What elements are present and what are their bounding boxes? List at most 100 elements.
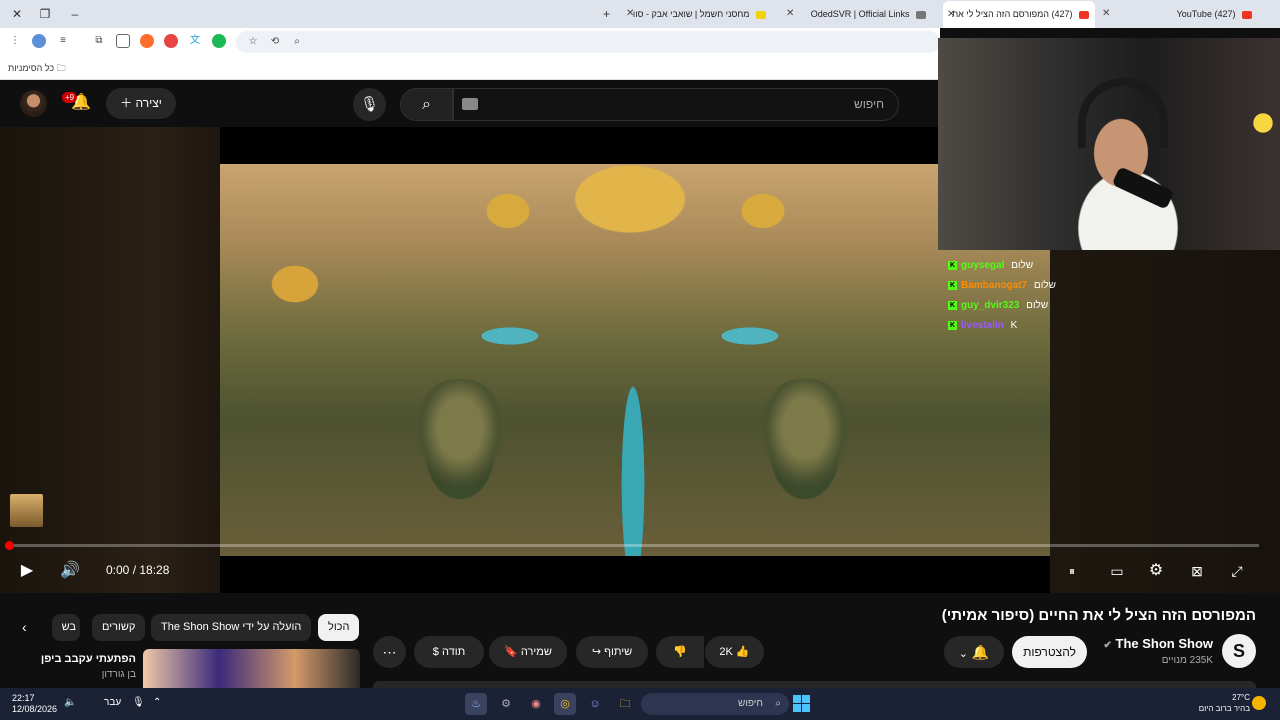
tab-close-icon[interactable]: ✕ (626, 3, 634, 25)
clock[interactable]: 22:17 12/08/2026 (12, 693, 57, 715)
chip-uploaded-by[interactable]: הועלה על ידי The Shon Show (151, 614, 312, 641)
channel-name[interactable]: The Shon Show ✔ (1103, 636, 1213, 651)
clock-date: 12/08/2026 (12, 704, 58, 714)
video-frame[interactable] (220, 164, 1050, 556)
chat-username: guy_dvir323 (961, 300, 1020, 311)
join-button[interactable]: להצטרפות (1012, 636, 1087, 668)
media-app-icon[interactable]: ◉ (525, 693, 547, 715)
zoom-icon[interactable]: ⌕ (290, 35, 304, 49)
thanks-label: תודה (441, 646, 466, 658)
theater-mode-icon[interactable]: ⊠ (1184, 559, 1210, 583)
chat-username: guysegal (961, 260, 1005, 271)
captions-icon[interactable]: ▭ (1104, 559, 1130, 583)
chat-text: שלום (1011, 260, 1034, 271)
tab-title: (427) המפורסם הזה הציל לי את (951, 9, 1073, 19)
taskbar-search-label: חיפוש (738, 698, 763, 709)
time-display: 0:00 / 18:28 (106, 563, 170, 577)
tab-youtube-home[interactable]: (427) YouTube ✕ (1098, 3, 1258, 25)
thanks-button[interactable]: תודה $ (414, 636, 484, 668)
chip-all[interactable]: הכול (318, 614, 360, 641)
account-avatar[interactable] (20, 90, 47, 117)
restore-window-icon[interactable]: ❐ (34, 4, 56, 24)
tray-overflow-icon[interactable]: ⌃ (153, 697, 161, 708)
keyboard-icon[interactable] (462, 98, 478, 110)
fullscreen-icon[interactable]: ⤢ (1224, 559, 1250, 583)
settings-app-icon[interactable]: ⚙ (495, 693, 517, 715)
extension-icon[interactable] (140, 34, 154, 48)
channel-name-text: The Shon Show (1115, 636, 1214, 651)
close-window-icon[interactable]: ✕ (6, 4, 28, 24)
search-button[interactable]: ⌕ (400, 88, 453, 121)
extension-icon[interactable] (212, 34, 226, 48)
extension-icon[interactable] (164, 34, 178, 48)
tab-title: (427) YouTube (1176, 9, 1236, 19)
stream-chat-overlay: Kguysegal שלום K Bambanogat7 שלום Kguy_dv… (948, 256, 1148, 336)
save-button[interactable]: שמירה 🔖 (489, 636, 567, 668)
tab-odedsvr[interactable]: OdedSVR | Official Links ✕ (782, 3, 932, 25)
like-button[interactable]: 👍 2K (705, 636, 764, 668)
chat-message: Kguysegal שלום (948, 256, 1148, 276)
bookmark-star-icon[interactable]: ☆ (246, 35, 260, 49)
progress-bar[interactable] (5, 541, 1259, 550)
search-placeholder: חיפוש (854, 97, 884, 111)
channel-logo[interactable]: S (1222, 634, 1256, 668)
share-arrow-icon: ↪ (591, 646, 602, 658)
autoplay-toggle-icon[interactable]: ⏸ (1059, 559, 1085, 583)
chevron-left-icon[interactable]: ‹ (22, 619, 27, 635)
steam-app-icon[interactable]: ♨ (465, 693, 487, 715)
profile-icon[interactable] (32, 34, 46, 48)
translate-icon[interactable]: 文 (188, 34, 202, 48)
mic-tray-icon[interactable]: 🎙 (132, 697, 145, 708)
search-icon: ⌕ (775, 698, 781, 709)
sign-language-thumbnail (10, 494, 43, 527)
discord-app-icon[interactable]: ☺ (584, 693, 606, 715)
voice-search-icon[interactable]: 🎙 (353, 88, 386, 121)
language-indicator[interactable]: עבר (104, 697, 121, 708)
chat-message: Kguy_dvir323 שלום (948, 296, 1148, 316)
tab-favicon-icon (916, 10, 926, 19)
minimize-window-icon[interactable]: – (64, 4, 86, 24)
kick-badge-icon: K (948, 260, 957, 270)
chrome-app-icon[interactable]: ◎ (554, 693, 576, 715)
tab-current-video[interactable]: (427) המפורסם הזה הציל לי את ✕ (943, 1, 1095, 28)
tab-close-icon[interactable]: ✕ (786, 3, 794, 25)
more-actions-icon[interactable]: ⋯ (373, 636, 406, 668)
recommendation-thumbnail[interactable] (143, 649, 360, 688)
search-input[interactable]: חיפוש (453, 88, 899, 121)
reading-list-icon[interactable]: ≡ (56, 34, 70, 48)
scrubber-handle[interactable] (5, 541, 14, 550)
dislike-button[interactable]: 👎 (656, 636, 704, 668)
address-bar[interactable]: ☆ ⟲ ⌕ (236, 31, 940, 53)
taskbar-search[interactable]: חיפוש ⌕ (641, 693, 789, 715)
tab-close-icon[interactable]: ✕ (1102, 3, 1110, 25)
recommendation-title[interactable]: הפתעתי עקבב ביפן (41, 653, 136, 665)
menu-dots-icon[interactable]: ⋮ (8, 34, 22, 48)
play-icon[interactable]: ▶ (14, 559, 40, 583)
tab-close-icon[interactable]: ✕ (947, 1, 955, 28)
description-box[interactable] (373, 681, 1256, 688)
chevron-down-icon: ⌄ (958, 648, 968, 660)
windows-start-icon[interactable] (793, 695, 810, 712)
browser-toolbar: ⋮ ≡ ⧉ 文 ☆ ⟲ ⌕ (0, 28, 940, 56)
recommendation-channel[interactable]: בן גורדון (102, 669, 136, 680)
extension-icon[interactable] (116, 34, 130, 48)
volume-icon[interactable]: 🔊 (57, 559, 83, 583)
chat-text: שלום (1026, 300, 1049, 311)
subscriber-count: 235K מנויים (1161, 655, 1213, 666)
cast-icon[interactable]: ⟲ (268, 35, 282, 49)
subscription-bell-button[interactable]: ⌄ 🔔 (944, 636, 1004, 668)
tab-shop[interactable]: מחסני חשמל | שואבי אבק - סוו ✕ (622, 3, 772, 25)
new-tab-button[interactable]: + (603, 4, 617, 24)
chip-partial[interactable]: בש (52, 614, 80, 641)
volume-tray-icon[interactable]: 🔈 (64, 697, 76, 708)
chip-related[interactable]: קשורים (92, 614, 146, 641)
create-button[interactable]: יצירה ＋ (106, 88, 176, 119)
file-explorer-icon[interactable]: 🗀 (614, 693, 636, 715)
all-bookmarks-link[interactable]: 🗀 כל הסימניות (8, 61, 66, 77)
youtube-masthead: 🔔 +9 יצירה ＋ 🎙 ⌕ חיפוש (0, 80, 940, 127)
extensions-icon[interactable]: ⧉ (92, 34, 106, 48)
settings-gear-icon[interactable]: ⚙ (1143, 559, 1169, 583)
streamer-webcam (938, 38, 1280, 250)
weather-widget[interactable]: 27°C בהיר ברוב היום (1199, 692, 1250, 714)
share-button[interactable]: שיתוף ↪ (576, 636, 648, 668)
